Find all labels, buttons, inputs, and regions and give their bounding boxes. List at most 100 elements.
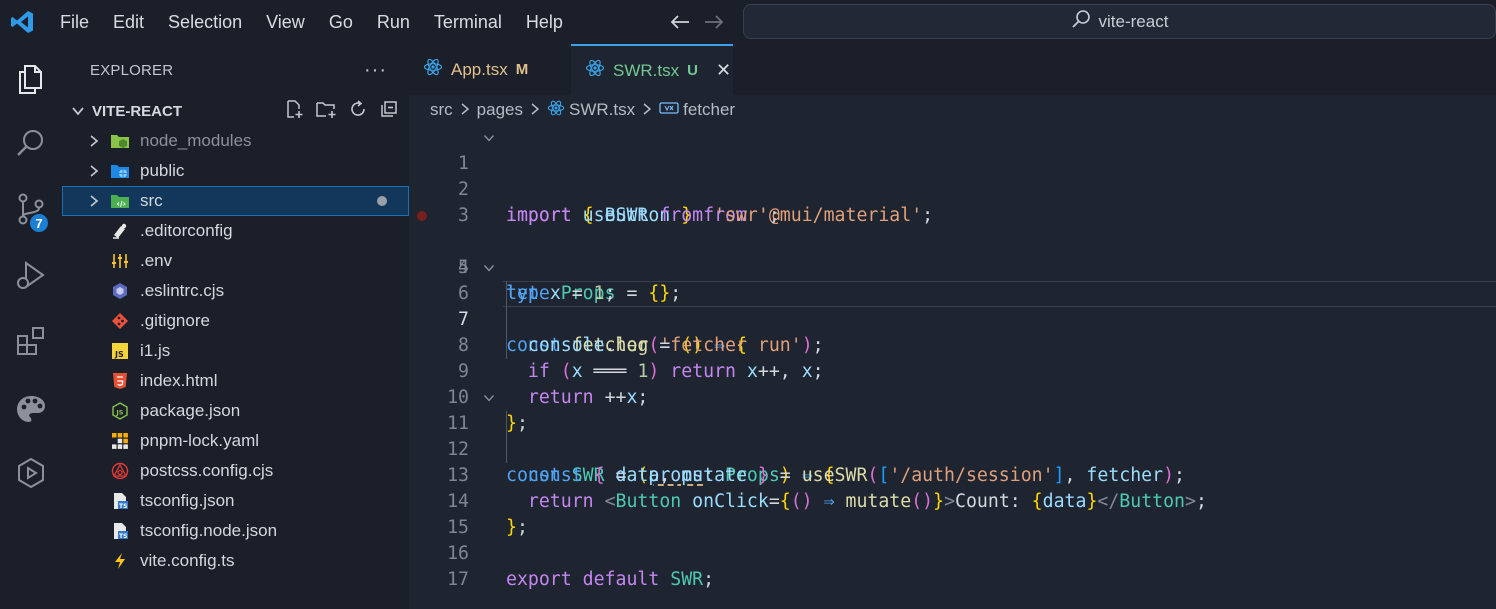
workspace-name: vite-react (1098, 11, 1169, 31)
search-icon[interactable] (0, 112, 62, 174)
menu-go[interactable]: Go (317, 0, 365, 44)
collapse-all-icon[interactable] (379, 99, 399, 123)
code-line: 15 (409, 489, 1496, 538)
chevron-right-icon (86, 133, 102, 149)
breadcrumb-symbol[interactable]: fetcher (683, 100, 735, 120)
tree-item-label: .gitignore (140, 311, 210, 330)
postcss-icon (110, 462, 130, 480)
tree-item-node-modules[interactable]: node_modules (62, 126, 409, 156)
breakpoint-indicator[interactable] (417, 211, 427, 221)
code-line: 9 return ++x; (409, 333, 1496, 408)
chevron-down-icon (68, 104, 88, 118)
editorconfig-icon (110, 222, 130, 240)
code-line: 13 return <Button onClick={() ⇒ mutate()… (409, 437, 1496, 512)
menu-terminal[interactable]: Terminal (422, 0, 514, 44)
new-file-icon[interactable] (284, 99, 304, 123)
public-folder-icon (110, 162, 130, 180)
chevron-down-icon[interactable] (482, 261, 496, 275)
explorer-title: EXPLORER (90, 61, 174, 79)
command-center-search[interactable]: vite-react (743, 4, 1496, 39)
tree-item-label: public (140, 161, 185, 180)
tree-item-label: .editorconfig (140, 221, 233, 240)
menu-selection[interactable]: Selection (156, 0, 254, 44)
editor-area: App.tsx M SWR.tsx U ✕ src pages SWR.tsx … (409, 44, 1496, 609)
js-icon: JS (110, 342, 130, 360)
close-icon[interactable]: ✕ (716, 60, 731, 81)
code-line: 1 import { Button } from '@mui/material'… (409, 125, 1496, 226)
source-control-badge: 7 (28, 212, 50, 234)
code-line: 14 }; (409, 463, 1496, 538)
themes-icon[interactable] (0, 378, 62, 440)
remote-icon[interactable] (0, 442, 62, 504)
tree-item-gitignore[interactable]: .gitignore (62, 306, 409, 336)
back-arrow-icon[interactable] (668, 8, 692, 36)
tree-item-label: .eslintrc.cjs (140, 281, 225, 300)
menu-bar: File Edit Selection View Go Run Terminal… (48, 0, 575, 44)
tree-item-env[interactable]: .env (62, 246, 409, 276)
tab-label: SWR.tsx (613, 60, 680, 80)
workspace-folder-header[interactable]: VITE-REACT (62, 96, 409, 126)
tsconfig-icon: TS (110, 522, 130, 540)
code-editor[interactable]: 1 import { Button } from '@mui/material'… (409, 125, 1496, 590)
explorer-icon[interactable] (0, 48, 62, 110)
workspace-folder-name: VITE-REACT (92, 102, 182, 120)
menu-file[interactable]: File (48, 0, 101, 44)
tree-item-pnpm-lock[interactable]: pnpm-lock.yaml (62, 426, 409, 456)
tree-item-postcss-config[interactable]: postcss.config.cjs (62, 456, 409, 486)
chevron-down-icon[interactable] (482, 131, 496, 145)
tree-item-label: tsconfig.json (140, 491, 235, 510)
forward-arrow-icon[interactable] (702, 8, 726, 36)
react-icon (423, 57, 443, 82)
tree-item-package-json[interactable]: JS package.json (62, 396, 409, 426)
explorer-header: EXPLORER ··· (62, 44, 409, 96)
code-line: 7 console.log('fetcher run'); (409, 281, 1496, 356)
tab-swr-tsx[interactable]: SWR.tsx U ✕ (571, 44, 733, 95)
editor-tabs: App.tsx M SWR.tsx U ✕ (409, 44, 1496, 95)
breadcrumb-src[interactable]: src (430, 100, 453, 120)
tree-item-label: postcss.config.cjs (140, 461, 274, 480)
run-debug-icon[interactable] (0, 244, 62, 306)
react-icon (585, 58, 605, 83)
tree-item-vite-config[interactable]: vite.config.ts (62, 546, 409, 576)
refresh-icon[interactable] (348, 99, 368, 123)
tree-item-label: node_modules (140, 131, 252, 150)
tree-item-public[interactable]: public (62, 156, 409, 186)
chevron-right-icon (639, 102, 655, 119)
code-line: 17 (409, 541, 1496, 590)
svg-text:JS: JS (114, 350, 124, 359)
chevron-down-icon[interactable] (482, 391, 496, 405)
code-line: 8 if (x ═══ 1) return x++, x; (409, 307, 1496, 382)
search-icon (1071, 9, 1091, 34)
symbol-variable-icon (659, 100, 679, 120)
tree-item-index-html[interactable]: index.html (62, 366, 409, 396)
code-line: 10 }; (409, 359, 1496, 434)
menu-run[interactable]: Run (365, 0, 422, 44)
breadcrumb-file[interactable]: SWR.tsx (569, 100, 635, 120)
vscode-logo-icon[interactable] (0, 0, 44, 44)
tree-item-label: src (140, 191, 163, 210)
menu-edit[interactable]: Edit (101, 0, 156, 44)
code-line: 3 (409, 177, 1496, 226)
new-folder-icon[interactable] (315, 99, 337, 123)
tree-item-label: index.html (140, 371, 218, 390)
react-icon (547, 99, 565, 122)
tree-item-tsconfig-json[interactable]: TS tsconfig.json (62, 486, 409, 516)
breadcrumb-pages[interactable]: pages (477, 100, 523, 120)
tree-item-src[interactable]: src (62, 186, 409, 216)
menu-help[interactable]: Help (514, 0, 575, 44)
folder-actions (284, 99, 409, 123)
tree-item-editorconfig[interactable]: .editorconfig (62, 216, 409, 246)
untracked-badge: U (687, 62, 698, 79)
more-actions-icon[interactable]: ··· (364, 59, 387, 82)
menu-view[interactable]: View (254, 0, 317, 44)
extensions-icon[interactable] (0, 310, 62, 372)
code-line: 11 const SWR = (props: Props) ⇒ { (409, 385, 1496, 486)
tree-item-eslintrc[interactable]: .eslintrc.cjs (62, 276, 409, 306)
chevron-right-icon (527, 102, 543, 119)
line-number: 17 (447, 569, 469, 590)
tree-item-tsconfig-node-json[interactable]: TS tsconfig.node.json (62, 516, 409, 546)
tab-app-tsx[interactable]: App.tsx M (409, 44, 571, 95)
navigation-arrows (668, 8, 726, 36)
tree-item-label: i1.js (140, 341, 171, 360)
tree-item-i1-js[interactable]: JS i1.js (62, 336, 409, 366)
